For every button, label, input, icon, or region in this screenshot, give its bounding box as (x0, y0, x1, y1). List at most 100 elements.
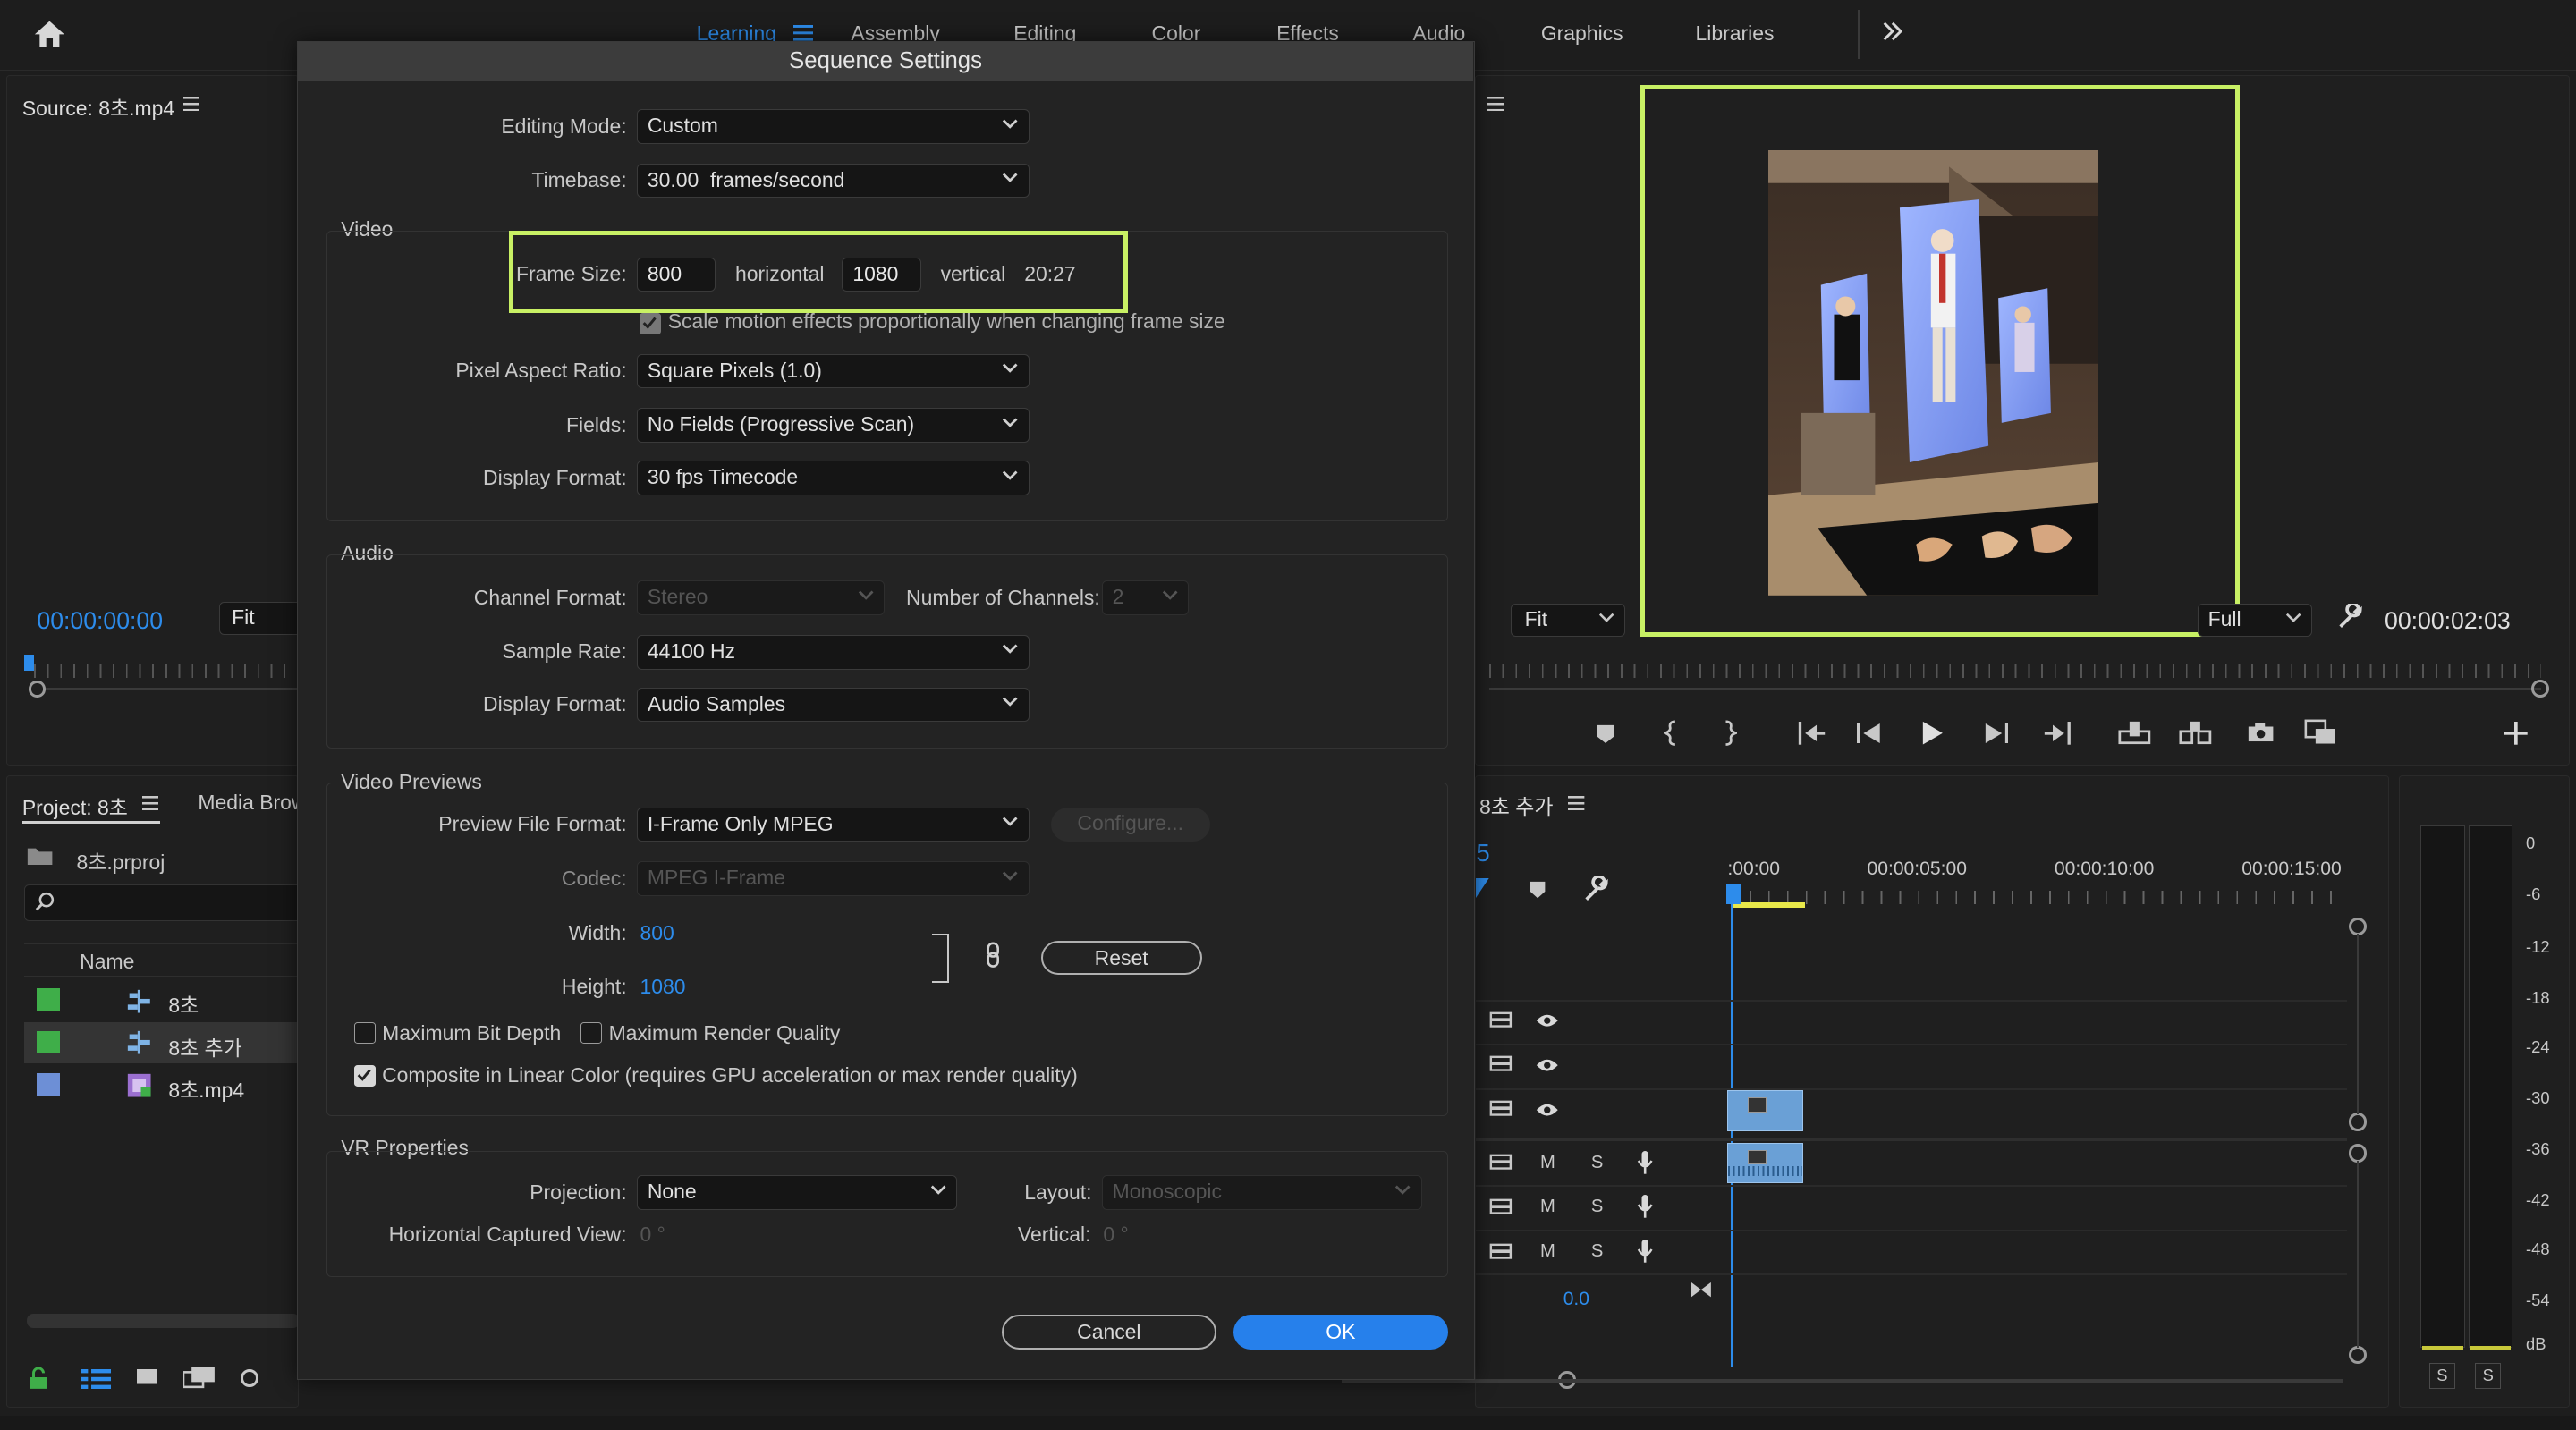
eye-icon[interactable] (1535, 1102, 1560, 1118)
lift-icon[interactable] (2118, 720, 2151, 745)
eye-icon[interactable] (1535, 1012, 1560, 1028)
microphone-icon[interactable] (1637, 1195, 1653, 1220)
program-zoom-bar[interactable] (1489, 687, 2541, 691)
layout-select[interactable]: Monoscopic (1101, 1175, 1422, 1210)
timeline-playhead[interactable] (1725, 884, 1741, 905)
channel-format-select[interactable]: Stereo (636, 580, 886, 615)
wrench-icon[interactable] (2337, 604, 2363, 630)
cancel-button[interactable]: Cancel (1001, 1315, 1217, 1350)
track-output-icon[interactable] (1489, 1154, 1513, 1171)
extract-icon[interactable] (2179, 720, 2212, 745)
mark-in-icon[interactable] (1663, 720, 1680, 747)
video-display-format-select[interactable]: 30 fps Timecode (636, 461, 1030, 495)
fields-select[interactable]: No Fields (Progressive Scan) (636, 408, 1030, 444)
program-timecode[interactable]: 00:00:02:03 (2385, 607, 2511, 635)
track-output-icon[interactable] (1489, 1198, 1513, 1214)
scale-motion-checkbox[interactable] (640, 312, 662, 334)
sample-rate-select[interactable]: 44100 Hz (636, 634, 1030, 670)
solo-left-button[interactable]: S (2428, 1362, 2455, 1389)
mute-button[interactable]: M (1540, 1241, 1555, 1262)
timeline-vscroll-top[interactable] (2348, 917, 2367, 936)
timeline-vscroll-bottom[interactable] (2348, 1346, 2367, 1365)
timeline-timecode[interactable]: 5 (1476, 839, 1489, 867)
step-forward-icon[interactable] (1984, 723, 2009, 744)
configure-button[interactable]: Configure... (1050, 807, 1210, 842)
timeline-settings-icon[interactable] (1583, 876, 1609, 902)
codec-select[interactable]: MPEG I-Frame (636, 861, 1030, 896)
step-back-icon[interactable] (1857, 723, 1882, 744)
source-monitor-title[interactable]: Source: 8초.mp4 (22, 91, 174, 122)
timeline-vscroll-track[interactable] (2356, 934, 2359, 1115)
timebase-select[interactable]: 30.00 frames/second (636, 163, 1030, 199)
workspace-menu-icon[interactable] (793, 24, 814, 41)
track-output-icon[interactable] (1489, 1243, 1513, 1259)
timeline-vscroll-bottom[interactable] (2348, 1113, 2367, 1131)
solo-right-button[interactable]: S (2475, 1362, 2502, 1389)
source-zoom-bar[interactable] (45, 687, 301, 691)
source-zoom-select[interactable]: Fit (219, 602, 302, 635)
audio-display-format-select[interactable]: Audio Samples (636, 687, 1030, 723)
microphone-icon[interactable] (1637, 1239, 1653, 1265)
max-render-quality-checkbox[interactable] (580, 1022, 603, 1045)
link-icon[interactable] (985, 942, 1001, 969)
project-menu-icon[interactable] (141, 795, 159, 811)
preview-file-format-select[interactable]: I-Frame Only MPEG (636, 807, 1030, 842)
audio-clip[interactable] (1727, 1142, 1803, 1184)
master-volume-value[interactable]: 0.0 (1563, 1289, 1589, 1310)
tab-media-browser[interactable]: Media Brow (198, 791, 300, 815)
projection-select[interactable]: None (636, 1175, 957, 1210)
horizontal-captured-view-value[interactable]: 0 ° (640, 1223, 665, 1247)
source-timecode[interactable]: 00:00:00:00 (37, 607, 163, 635)
composite-linear-checkbox[interactable] (353, 1065, 376, 1087)
timeline-hscroll[interactable] (1341, 1378, 2344, 1383)
track-output-icon[interactable] (1489, 1100, 1513, 1116)
program-resolution-select[interactable]: Full (2197, 604, 2313, 637)
max-bit-depth-checkbox[interactable] (353, 1022, 376, 1045)
tab-libraries[interactable]: Libraries (1695, 21, 1774, 46)
source-zoom-handle[interactable] (29, 681, 46, 698)
width-value[interactable]: 800 (640, 921, 674, 945)
work-area-bar[interactable] (1731, 902, 1805, 908)
video-clip[interactable] (1727, 1089, 1803, 1131)
camera-icon[interactable] (2247, 722, 2275, 743)
compare-view-icon[interactable] (2304, 719, 2337, 745)
mute-button[interactable]: M (1540, 1153, 1555, 1173)
list-item[interactable]: 8초 (24, 982, 303, 1021)
list-item[interactable]: 8초.mp4 (24, 1067, 303, 1106)
name-column-header[interactable]: Name (23, 943, 303, 977)
number-of-channels-select[interactable]: 2 (1101, 580, 1189, 615)
go-to-in-icon[interactable] (1797, 722, 1826, 745)
solo-button[interactable]: S (1591, 1241, 1603, 1262)
lock-icon[interactable] (29, 1367, 48, 1391)
panel-menu-icon[interactable] (182, 96, 200, 112)
freeform-view-icon[interactable] (182, 1366, 216, 1389)
project-title[interactable]: Project: 8초 (22, 791, 128, 821)
program-menu-icon[interactable] (1487, 96, 1504, 112)
dialog-titlebar[interactable]: Sequence Settings (298, 41, 1473, 81)
snap-icon[interactable] (1476, 877, 1490, 898)
timeline-title[interactable]: 8초 추가 (1479, 790, 1553, 820)
project-scrollbar[interactable] (27, 1313, 301, 1329)
more-workspaces-icon[interactable] (1881, 21, 1904, 41)
editing-mode-select[interactable]: Custom (636, 109, 1030, 144)
bowtie-icon[interactable] (1690, 1281, 1713, 1299)
timeline-vscroll-top[interactable] (2348, 1144, 2367, 1163)
vr-vertical-value[interactable]: 0 ° (1103, 1223, 1128, 1247)
reset-button[interactable]: Reset (1040, 940, 1202, 976)
pixel-aspect-ratio-select[interactable]: Square Pixels (1.0) (636, 353, 1030, 389)
solo-button[interactable]: S (1591, 1197, 1603, 1217)
add-marker-icon[interactable] (1529, 880, 1546, 900)
list-item[interactable]: 8초 추가 (23, 1022, 303, 1064)
height-value[interactable]: 1080 (640, 975, 685, 999)
home-icon[interactable] (33, 18, 66, 51)
source-playhead[interactable] (23, 655, 34, 672)
mute-button[interactable]: M (1540, 1197, 1555, 1217)
ok-button[interactable]: OK (1233, 1315, 1449, 1350)
icon-view-icon[interactable] (137, 1368, 157, 1387)
add-button-icon[interactable] (2504, 722, 2528, 745)
microphone-icon[interactable] (1637, 1150, 1653, 1176)
tab-graphics[interactable]: Graphics (1541, 21, 1623, 46)
timeline-menu-icon[interactable] (1568, 795, 1585, 811)
track-output-icon[interactable] (1489, 1011, 1513, 1028)
program-zoom-handle[interactable] (2530, 679, 2549, 698)
